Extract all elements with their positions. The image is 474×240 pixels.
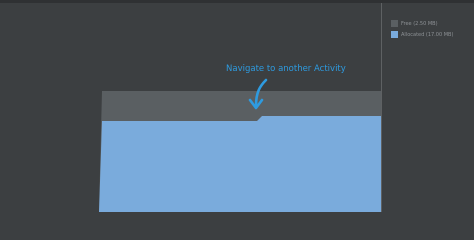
legend: Free (2.50 MB) Allocated (17.00 MB) (391, 18, 471, 40)
legend-label-allocated: Allocated (17.00 MB) (401, 31, 454, 38)
legend-item-free: Free (2.50 MB) (391, 18, 471, 29)
legend-item-allocated: Allocated (17.00 MB) (391, 29, 471, 40)
allocated-memory-area (99, 116, 381, 212)
annotation-label: Navigate to another Activity (226, 64, 346, 74)
legend-label-free: Free (2.50 MB) (401, 20, 438, 27)
legend-swatch-free (391, 20, 398, 27)
curved-arrow-down-icon (248, 78, 268, 110)
legend-swatch-allocated (391, 31, 398, 38)
plot-right-divider (381, 3, 382, 212)
